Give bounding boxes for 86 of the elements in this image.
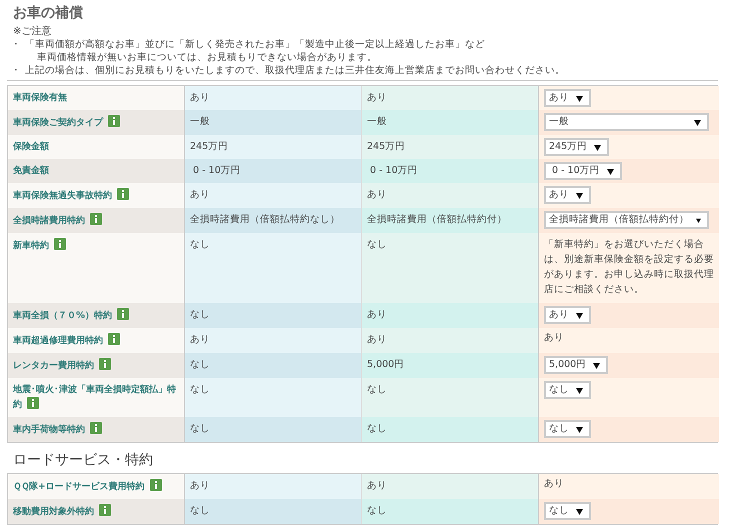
table-cell: なし [362,499,539,524]
row-label: 車両保険有無 [13,91,67,105]
table-cell: なし [185,353,362,378]
dropdown-caret-icon [576,192,583,198]
row-label: 新車特約 [13,238,66,253]
table-cell: なし [185,303,362,328]
table-cell: 5,000円 [362,353,539,378]
table-cell: 0 - 10万円 [185,159,362,183]
row-label: 保険金額 [13,140,49,154]
table-cell: あり [185,474,362,499]
row-label: 車両保険ご契約タイプ [13,115,120,130]
bullet: ・ [10,38,22,52]
table-cell: 一般 [362,110,539,135]
notice-text: 車両価格情報が無いお車については、お見積もりできない場合があります。 [36,51,378,64]
row-label: 移動費用対象外特約 [13,504,111,519]
info-icon[interactable] [99,358,111,370]
dropdown[interactable]: あり [544,306,591,324]
note-text: 「新車特約」をお選びいただく場合は、別途新車保険金額を設定する必要があります。お申し込み時に取扱代理店にご相談ください。 [544,238,714,297]
table-cell: あり [362,303,539,328]
table-cell: 245万円 [362,135,539,159]
dropdown[interactable]: なし [544,420,591,438]
info-icon[interactable] [54,238,66,250]
info-icon[interactable] [117,308,130,320]
dropdown[interactable]: あり [544,89,591,107]
section-title: お車の補償 [13,4,84,22]
row-label: 車両超過修理費用特約 [13,333,120,348]
option-value: あり [544,477,564,491]
table-cell: 一般 [185,110,362,135]
dropdown-caret-icon [694,118,701,126]
table-cell: なし [362,378,539,417]
dropdown-caret-icon [606,168,614,174]
dropdown[interactable]: なし [544,381,591,399]
info-icon[interactable] [108,333,120,345]
info-icon[interactable] [117,188,129,200]
table-cell: あり [185,86,362,110]
table-cell: 245万円 [185,135,362,159]
dropdown[interactable]: あり [544,186,591,204]
row-label: 車内手荷物等特約 [13,422,102,437]
table-cell: なし [362,417,539,442]
dropdown-caret-icon [594,144,602,150]
dropdown-caret-icon [576,312,583,318]
row-label: 車両全損（７０%）特約 [13,308,130,323]
notice-text: 上記の場合は、個別にお見積もりをいたしますので、取扱代理店または三井住友海上営業店までお問い合わせください。 [25,64,565,77]
table-cell: 全損時諸費用（倍額払特約なし） [185,208,362,233]
info-icon[interactable] [108,115,120,127]
dropdown[interactable]: 全損時諸費用（倍額払特約付） [544,211,709,229]
row-label: 免責金額 [13,164,49,178]
option-value: あり [544,331,564,345]
table-cell: あり [185,183,362,208]
row-label: 全損時諸費用特約 [13,213,102,228]
info-icon[interactable] [27,397,39,409]
info-icon[interactable] [90,213,102,225]
dropdown[interactable]: 一般 [544,113,709,131]
row-label: レンタカー費用特約 [13,358,111,373]
table-cell: あり [362,474,539,499]
table-cell: なし [185,233,362,303]
row-label: 地震･噴火･津波「車両全損時定額払」特約 [13,383,177,412]
info-icon[interactable] [150,479,162,491]
section-title: ロードサービス・特約 [13,451,154,469]
table-cell: なし [362,233,539,303]
dropdown[interactable]: 0 - 10万円 [544,162,622,180]
dropdown[interactable]: 245万円 [544,138,610,156]
table-cell: 0 - 10万円 [362,159,539,183]
table-cell: あり [362,328,539,353]
table-cell: あり [185,328,362,353]
dropdown-caret-icon [576,426,583,432]
table-cell: なし [185,378,362,417]
table-cell: あり [362,86,539,110]
dropdown-caret-icon [696,216,701,224]
bullet: ・ [10,64,22,77]
table-cell: なし [185,417,362,442]
dropdown-caret-icon [576,508,583,514]
table-cell: あり [362,183,539,208]
row-label: ＱＱ隊+ロードサービス費用特約 [13,479,162,494]
row-label: 車両保険無過失事故特約 [13,188,129,203]
dropdown[interactable]: なし [544,502,591,520]
table-cell: なし [185,499,362,524]
dropdown-caret-icon [593,362,600,368]
info-icon[interactable] [90,422,102,434]
dropdown[interactable]: 5,000円 [544,356,608,374]
dropdown-caret-icon [576,386,583,394]
dropdown-caret-icon [576,94,583,102]
table-cell: 全損時諸費用（倍額払特約付） [362,208,539,233]
notice-heading: ※ご注意 [13,25,52,38]
notice-text: 「車両価額が高額なお車」並びに「新しく発売されたお車」「製造中止後一定以上経過したお車」など [25,38,485,51]
info-icon[interactable] [99,504,111,516]
